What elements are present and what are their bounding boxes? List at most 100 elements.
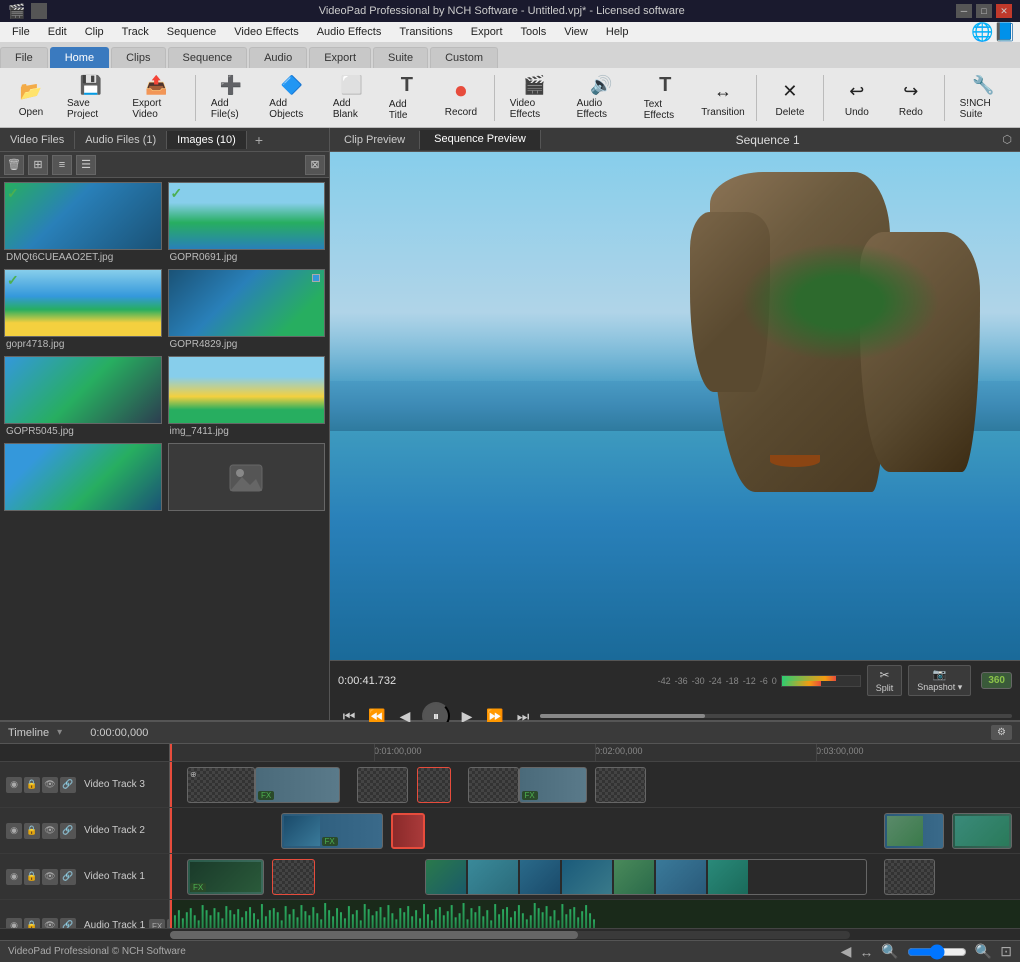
track-lock-btn-3[interactable]: 🔒 [24, 869, 40, 885]
media-tab-images[interactable]: Images (10) [167, 131, 247, 149]
track-content-video1[interactable]: FX [170, 854, 1020, 899]
track-mute-btn[interactable]: ◉ [6, 777, 22, 793]
tab-export[interactable]: Export [309, 47, 371, 68]
text-effects-button[interactable]: T Text Effects [637, 72, 694, 124]
clip-video3-7[interactable] [595, 767, 646, 803]
media-delete-btn[interactable]: 🗑 [4, 155, 24, 175]
audio-fx-btn[interactable]: FX [149, 919, 165, 929]
clip-video1-group[interactable] [425, 859, 867, 895]
track-content-video2[interactable]: FX [170, 808, 1020, 853]
menu-view[interactable]: View [556, 24, 596, 40]
redo-button[interactable]: ↪ Redo [886, 72, 936, 124]
timeline-ruler[interactable]: 0:01:00,000 0:02:00,000 0:03:00,000 [170, 744, 1020, 761]
add-blank-button[interactable]: ⬜ Add Blank [326, 72, 378, 124]
minimize-button[interactable]: ─ [956, 4, 972, 18]
zoom-slider[interactable] [907, 944, 967, 960]
clip-video1-2[interactable] [272, 859, 315, 895]
tab-file[interactable]: File [0, 47, 48, 68]
media-tab-video[interactable]: Video Files [0, 131, 75, 149]
status-arrow-left[interactable]: ◀ [841, 943, 852, 960]
track-mute-btn-audio[interactable]: ◉ [6, 918, 22, 929]
list-item[interactable]: GOPR4829.jpg [168, 269, 326, 350]
clip-video2-1[interactable]: FX [281, 813, 383, 849]
clip-video3-2[interactable]: FX [255, 767, 340, 803]
track-eye-btn[interactable]: 👁 [42, 777, 58, 793]
clip-video2-2[interactable] [391, 813, 425, 849]
list-item[interactable] [4, 443, 162, 513]
menu-audio-effects[interactable]: Audio Effects [309, 24, 390, 40]
clip-video3-4[interactable] [417, 767, 451, 803]
media-list-view-btn[interactable]: ≡ [52, 155, 72, 175]
track-lock-btn-audio[interactable]: 🔒 [24, 918, 40, 929]
menu-help[interactable]: Help [598, 24, 637, 40]
tab-custom[interactable]: Custom [430, 47, 498, 68]
clip-video3-1[interactable]: ⊕ [187, 767, 255, 803]
delete-button[interactable]: ✕ Delete [765, 72, 815, 124]
timeline-settings[interactable]: ⚙ [991, 725, 1012, 740]
undo-button[interactable]: ↩ Undo [832, 72, 882, 124]
maximize-button[interactable]: □ [976, 4, 992, 18]
tab-audio[interactable]: Audio [249, 47, 307, 68]
list-item[interactable] [168, 443, 326, 513]
clip-video1-end[interactable] [884, 859, 935, 895]
track-mute-btn-2[interactable]: ◉ [6, 823, 22, 839]
list-item[interactable]: ✓ gopr4718.jpg [4, 269, 162, 350]
menu-export[interactable]: Export [463, 24, 511, 40]
list-item[interactable]: GOPR5045.jpg [4, 356, 162, 437]
audio-effects-button[interactable]: 🔊 Audio Effects [570, 72, 633, 124]
video-effects-button[interactable]: 🎬 Video Effects [503, 72, 566, 124]
track-link-btn-3[interactable]: 🔗 [60, 869, 76, 885]
media-tab-audio[interactable]: Audio Files (1) [75, 131, 167, 149]
close-button[interactable]: ✕ [996, 4, 1012, 18]
status-fit[interactable]: ⊡ [1000, 943, 1012, 960]
scrub-bar[interactable] [540, 714, 1012, 718]
add-objects-button[interactable]: 🔷 Add Objects [262, 72, 322, 124]
menu-track[interactable]: Track [114, 24, 157, 40]
transition-button[interactable]: ↔ Transition [698, 72, 748, 124]
snapshot-button[interactable]: 📷 Snapshot ▾ [908, 665, 971, 696]
scrollbar-track[interactable] [170, 931, 850, 939]
track-link-btn-2[interactable]: 🔗 [60, 823, 76, 839]
track-link-btn-audio[interactable]: 🔗 [60, 918, 76, 929]
export-video-button[interactable]: 📤 Export Video [125, 72, 187, 124]
status-zoom-in[interactable]: 🔍 [975, 943, 992, 960]
menu-clip[interactable]: Clip [77, 24, 112, 40]
track-mute-btn-3[interactable]: ◉ [6, 869, 22, 885]
menu-file[interactable]: File [4, 24, 38, 40]
track-lock-btn-2[interactable]: 🔒 [24, 823, 40, 839]
media-options-btn[interactable]: ⊠ [305, 155, 325, 175]
media-detail-view-btn[interactable]: ☰ [76, 155, 96, 175]
track-content-video3[interactable]: ⊕ FX FX [170, 762, 1020, 807]
menu-tools[interactable]: Tools [513, 24, 555, 40]
record-button[interactable]: ⏺ Record [436, 72, 486, 124]
menu-sequence[interactable]: Sequence [159, 24, 225, 40]
tab-sequence[interactable]: Sequence [168, 47, 248, 68]
track-eye-btn-audio[interactable]: 👁 [42, 918, 58, 929]
list-item[interactable]: ✓ GOPR0691.jpg [168, 182, 326, 263]
list-item[interactable]: img_7411.jpg [168, 356, 326, 437]
track-link-btn[interactable]: 🔗 [60, 777, 76, 793]
tab-clips[interactable]: Clips [111, 47, 165, 68]
status-zoom-out[interactable]: 🔍 [881, 943, 898, 960]
sequence-preview-tab[interactable]: Sequence Preview [420, 130, 541, 150]
add-files-button[interactable]: ➕ Add File(s) [204, 72, 258, 124]
timeline-dropdown[interactable]: ▾ [57, 727, 62, 738]
clip-preview-tab[interactable]: Clip Preview [330, 131, 420, 149]
expand-preview-button[interactable]: ⬡ [994, 133, 1020, 146]
track-eye-btn-3[interactable]: 👁 [42, 869, 58, 885]
360-button[interactable]: 360 [981, 672, 1012, 689]
tab-suite[interactable]: Suite [373, 47, 428, 68]
split-button[interactable]: ✂ Split [867, 665, 903, 696]
open-button[interactable]: 📂 Open [6, 72, 56, 124]
menu-video-effects[interactable]: Video Effects [226, 24, 306, 40]
clip-video3-6[interactable]: FX [519, 767, 587, 803]
scrollbar-thumb-h[interactable] [170, 931, 578, 939]
track-lock-btn[interactable]: 🔒 [24, 777, 40, 793]
timeline-horizontal-scrollbar[interactable] [0, 928, 1020, 940]
clip-video3-3[interactable] [357, 767, 408, 803]
list-item[interactable]: ✓ DMQt6CUEAAO2ET.jpg [4, 182, 162, 263]
clip-video1-1[interactable]: FX [187, 859, 264, 895]
track-content-audio1[interactable] [170, 900, 1020, 928]
media-grid-view-btn[interactable]: ⊞ [28, 155, 48, 175]
clip-video2-3[interactable] [884, 813, 944, 849]
